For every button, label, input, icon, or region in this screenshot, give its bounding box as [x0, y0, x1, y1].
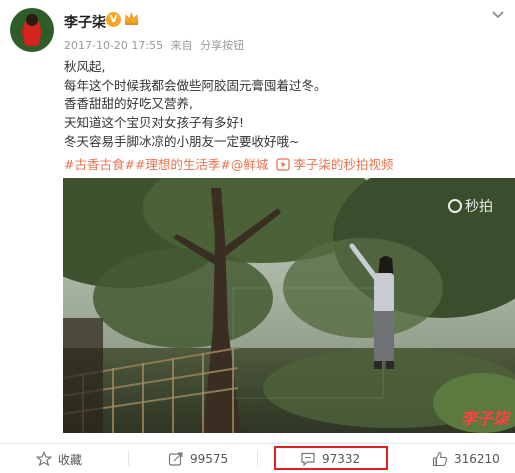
video-link[interactable]: 李子柒的秒拍视频 [293, 157, 393, 172]
favorite-button[interactable]: 收藏 [36, 444, 82, 473]
post-tags: #古香古食##理想的生活季#@鲜城 李子柒的秒拍视频 [64, 154, 393, 173]
post-text-line: 天知道这个宝贝对女孩子有多好! [64, 115, 245, 131]
comment-highlight-annotation [274, 446, 388, 470]
weibo-post: 李子柒 V 2017-10-20 17:55 来自 分享按钮 秋风起, 每年这个… [0, 0, 515, 473]
post-text-line: 香香甜甜的好吃又营养, [64, 96, 193, 112]
avatar-head [26, 14, 38, 26]
post-date[interactable]: 2017-10-20 17:55 [64, 39, 163, 52]
repost-count: 99575 [190, 452, 229, 466]
mention-link[interactable]: @鲜城 [231, 157, 269, 172]
avatar[interactable] [10, 8, 54, 52]
forest-scene-image [63, 178, 515, 433]
thumbs-up-icon [432, 451, 448, 467]
watermark: 秒拍 [448, 196, 493, 216]
crown-icon [124, 12, 139, 25]
verified-badge-icon: V [106, 12, 121, 27]
divider [128, 450, 129, 466]
post-photo[interactable]: 秒拍 李子柒 [63, 178, 515, 433]
topic-tag[interactable]: #理想的生活季# [135, 157, 231, 172]
topic-tag[interactable]: #古香古食# [64, 157, 135, 172]
signature: 李子柒 [460, 409, 509, 428]
divider [257, 450, 258, 466]
video-link-icon [276, 158, 291, 171]
post-text-line: 冬天容易手脚冰凉的小朋友一定要收好哦~ [64, 133, 300, 149]
post-text-line: 每年这个时候我都会做些阿胶固元膏囤着过冬。 [64, 77, 327, 93]
post-source[interactable]: 分享按钮 [200, 39, 244, 52]
camera-icon [448, 199, 462, 213]
chevron-down-icon[interactable] [491, 10, 505, 20]
post-source-label: 来自 [170, 39, 193, 52]
favorite-label: 收藏 [58, 452, 83, 467]
username[interactable]: 李子柒 [64, 12, 106, 32]
repost-icon [168, 452, 183, 466]
repost-button[interactable]: 99575 [168, 444, 228, 473]
post-meta: 2017-10-20 17:55 来自 分享按钮 [64, 37, 244, 53]
like-count: 316210 [454, 452, 500, 466]
like-button[interactable]: 316210 [432, 444, 500, 473]
watermark-text: 秒拍 [465, 199, 493, 215]
post-text: 秋风起, 每年这个时候我都会做些阿胶固元膏囤着过冬。 香香甜甜的好吃又营养, 天… [64, 58, 504, 152]
star-icon [36, 451, 52, 467]
post-text-line: 秋风起, [64, 59, 106, 74]
